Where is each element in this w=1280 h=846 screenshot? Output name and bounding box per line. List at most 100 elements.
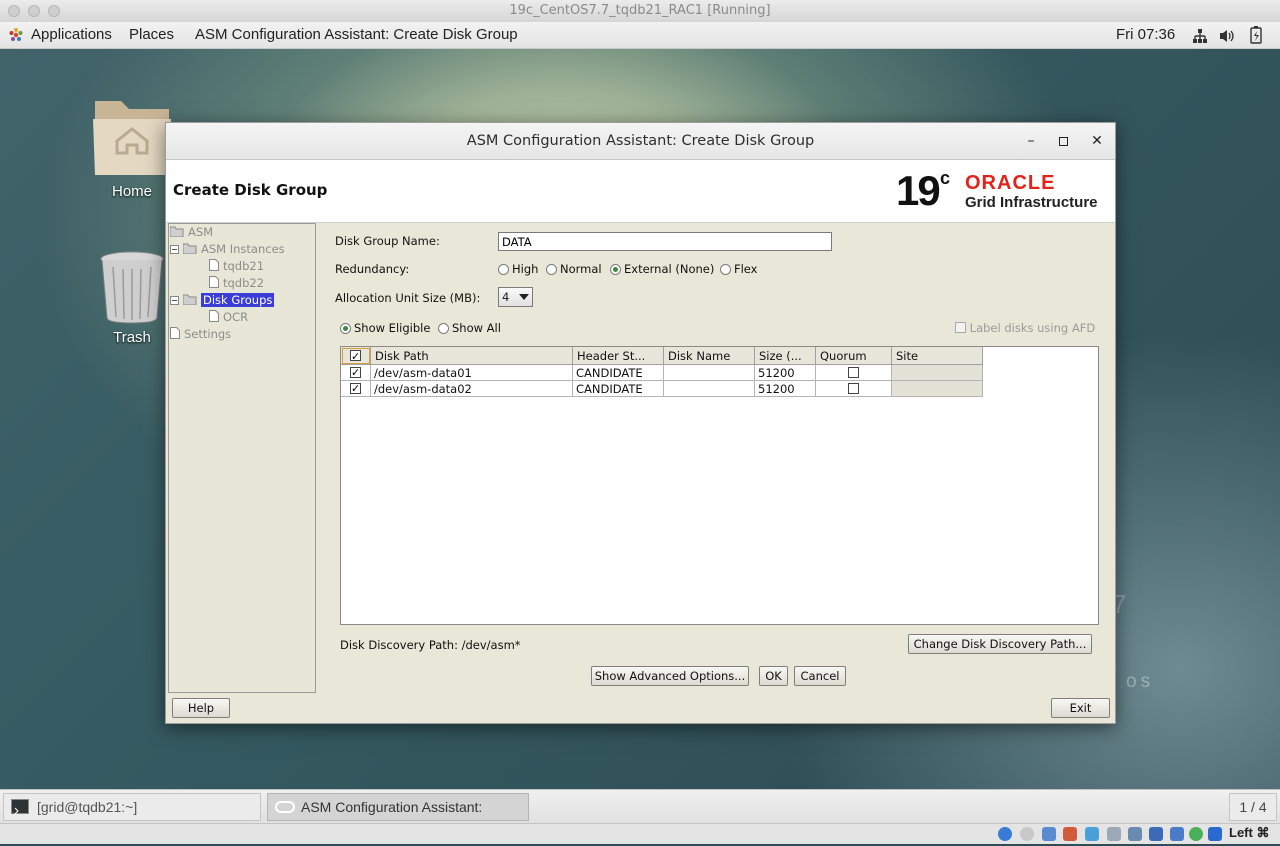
row-select-checkbox[interactable] xyxy=(341,381,371,397)
wallpaper-watermark-os: os xyxy=(1126,671,1155,692)
audio-icon[interactable] xyxy=(1042,827,1056,841)
column-header[interactable]: Site xyxy=(892,347,983,365)
clock[interactable]: Fri 07:36 xyxy=(1116,22,1175,48)
disk-name-cell[interactable] xyxy=(664,381,755,397)
minimize-button[interactable]: – xyxy=(1019,123,1043,159)
allocation-unit-select[interactable]: 4 xyxy=(498,287,533,307)
open-folder-icon xyxy=(182,242,197,258)
column-header[interactable]: Header St... xyxy=(573,347,664,365)
collapse-toggle-icon[interactable] xyxy=(170,293,179,309)
create-disk-group-dialog: ASM Configuration Assistant: Create Disk… xyxy=(165,122,1116,724)
column-header[interactable]: Size (... xyxy=(755,347,816,365)
column-header[interactable]: Disk Name xyxy=(664,347,755,365)
redundancy-external-radio[interactable]: External (None) xyxy=(610,262,714,276)
site-cell xyxy=(892,365,983,381)
disk-group-name-input[interactable] xyxy=(498,232,832,251)
navigation-tree: ASM ASM Instances tqdb21 tqdb22 Disk Gro… xyxy=(168,223,316,693)
applications-menu[interactable]: Applications xyxy=(31,22,112,48)
redundancy-label: Redundancy: xyxy=(335,262,410,276)
help-button[interactable]: Help xyxy=(172,698,230,718)
terminal-label: [grid@tqdb21:~] xyxy=(37,799,138,815)
tree-item-instance[interactable]: tqdb22 xyxy=(209,275,264,291)
logo-brand: ORACLE xyxy=(965,172,1056,194)
cpu-icon[interactable] xyxy=(1170,827,1184,841)
ok-button[interactable]: OK xyxy=(759,666,788,686)
close-window-button[interactable] xyxy=(8,5,20,17)
disk-group-name-label: Disk Group Name: xyxy=(335,234,440,248)
minimize-window-button[interactable] xyxy=(28,5,40,17)
document-icon xyxy=(209,275,219,292)
close-button[interactable]: ✕ xyxy=(1085,123,1109,159)
redundancy-flex-radio[interactable]: Flex xyxy=(720,262,758,276)
tree-item-disk-groups[interactable]: Disk Groups xyxy=(170,292,275,309)
network-adapter-icon[interactable] xyxy=(1063,827,1077,841)
column-header[interactable]: Disk Path xyxy=(371,347,573,365)
hdd-icon[interactable] xyxy=(998,827,1012,841)
active-app-menu[interactable]: ASM Configuration Assistant: Create Disk… xyxy=(195,22,518,48)
dropdown-arrow-icon xyxy=(519,294,529,300)
oracle-logo: 19 c ORACLE Grid Infrastructure xyxy=(896,166,1106,218)
disk-name-cell[interactable] xyxy=(664,365,755,381)
workspace-switcher[interactable]: 1 / 4 xyxy=(1229,793,1277,821)
terminal-icon xyxy=(11,799,29,815)
shared-folders-icon[interactable] xyxy=(1107,827,1121,841)
tree-item-asm[interactable]: ASM xyxy=(169,224,213,241)
dialog-title: ASM Configuration Assistant: Create Disk… xyxy=(466,133,815,149)
tree-item-asm-instances[interactable]: ASM Instances xyxy=(170,241,285,257)
redundancy-high-radio[interactable]: High xyxy=(498,262,538,276)
places-menu[interactable]: Places xyxy=(129,22,174,48)
logo-version: 19 xyxy=(896,167,941,214)
label-afd-checkbox[interactable]: Label disks using AFD xyxy=(955,321,1095,335)
exit-button[interactable]: Exit xyxy=(1051,698,1110,718)
recording-icon[interactable] xyxy=(1149,827,1163,841)
dialog-titlebar[interactable]: ASM Configuration Assistant: Create Disk… xyxy=(166,123,1115,160)
logo-product: Grid Infrastructure xyxy=(965,194,1098,211)
gnome-top-panel: Applications Places ASM Configuration As… xyxy=(0,22,1280,49)
quorum-checkbox[interactable] xyxy=(816,381,892,397)
taskbar-terminal[interactable]: [grid@tqdb21:~] xyxy=(3,793,261,821)
dialog-header: Create Disk Group 19 c ORACLE Grid Infra… xyxy=(166,160,1115,223)
row-select-checkbox[interactable] xyxy=(341,365,371,381)
tree-item-group[interactable]: OCR xyxy=(209,309,248,325)
open-folder-icon xyxy=(182,293,197,309)
selected-tree-label: Disk Groups xyxy=(201,293,275,307)
column-header[interactable]: Quorum xyxy=(816,347,892,365)
maximize-button[interactable] xyxy=(1051,123,1075,159)
disk-path-cell[interactable]: /dev/asm-data02 xyxy=(371,381,573,397)
usb-icon[interactable] xyxy=(1085,827,1099,841)
display-icon[interactable] xyxy=(1128,827,1142,841)
host-window-title: 19c_CentOS7.7_tqdb21_RAC1 [Running] xyxy=(509,3,771,18)
disk-path-cell[interactable]: /dev/asm-data01 xyxy=(371,365,573,381)
show-eligible-radio[interactable]: Show Eligible xyxy=(340,321,430,335)
site-cell xyxy=(892,381,983,397)
redundancy-normal-radio[interactable]: Normal xyxy=(546,262,602,276)
keyboard-capture-icon[interactable] xyxy=(1208,827,1222,841)
taskbar-active-window[interactable]: ASM Configuration Assistant: Create... xyxy=(267,793,529,841)
header-status-cell: CANDIDATE xyxy=(573,381,664,397)
tree-item-instance[interactable]: tqdb21 xyxy=(209,258,264,274)
collapse-toggle-icon[interactable] xyxy=(170,242,179,258)
mouse-integration-icon[interactable] xyxy=(1189,827,1203,841)
bottom-taskbar: [grid@tqdb21:~] ASM Configuration Assist… xyxy=(0,789,1280,841)
cancel-button[interactable]: Cancel xyxy=(794,666,846,686)
open-folder-icon xyxy=(169,225,184,241)
host-key-label: Left ⌘ xyxy=(1229,825,1270,840)
disk-table: Disk Path Header St... Disk Name Size (.… xyxy=(340,346,1099,625)
change-discovery-path-button[interactable]: Change Disk Discovery Path... xyxy=(908,634,1092,654)
tree-item-settings[interactable]: Settings xyxy=(170,326,231,342)
disk-discovery-path-label: Disk Discovery Path: /dev/asm* xyxy=(340,638,521,652)
window-icon xyxy=(275,801,295,813)
size-cell: 51200 xyxy=(755,381,816,397)
allocation-unit-value: 4 xyxy=(502,290,510,304)
show-all-radio[interactable]: Show All xyxy=(438,321,501,335)
document-icon xyxy=(209,309,219,326)
show-advanced-options-button[interactable]: Show Advanced Options... xyxy=(591,666,749,686)
logo-version-suffix: c xyxy=(940,168,951,188)
zoom-window-button[interactable] xyxy=(48,5,60,17)
header-status-cell: CANDIDATE xyxy=(573,365,664,381)
document-icon xyxy=(209,258,219,275)
quorum-checkbox[interactable] xyxy=(816,365,892,381)
optical-drive-icon[interactable] xyxy=(1020,827,1034,841)
header-title: Create Disk Group xyxy=(173,181,328,199)
select-all-checkbox[interactable] xyxy=(341,347,371,366)
